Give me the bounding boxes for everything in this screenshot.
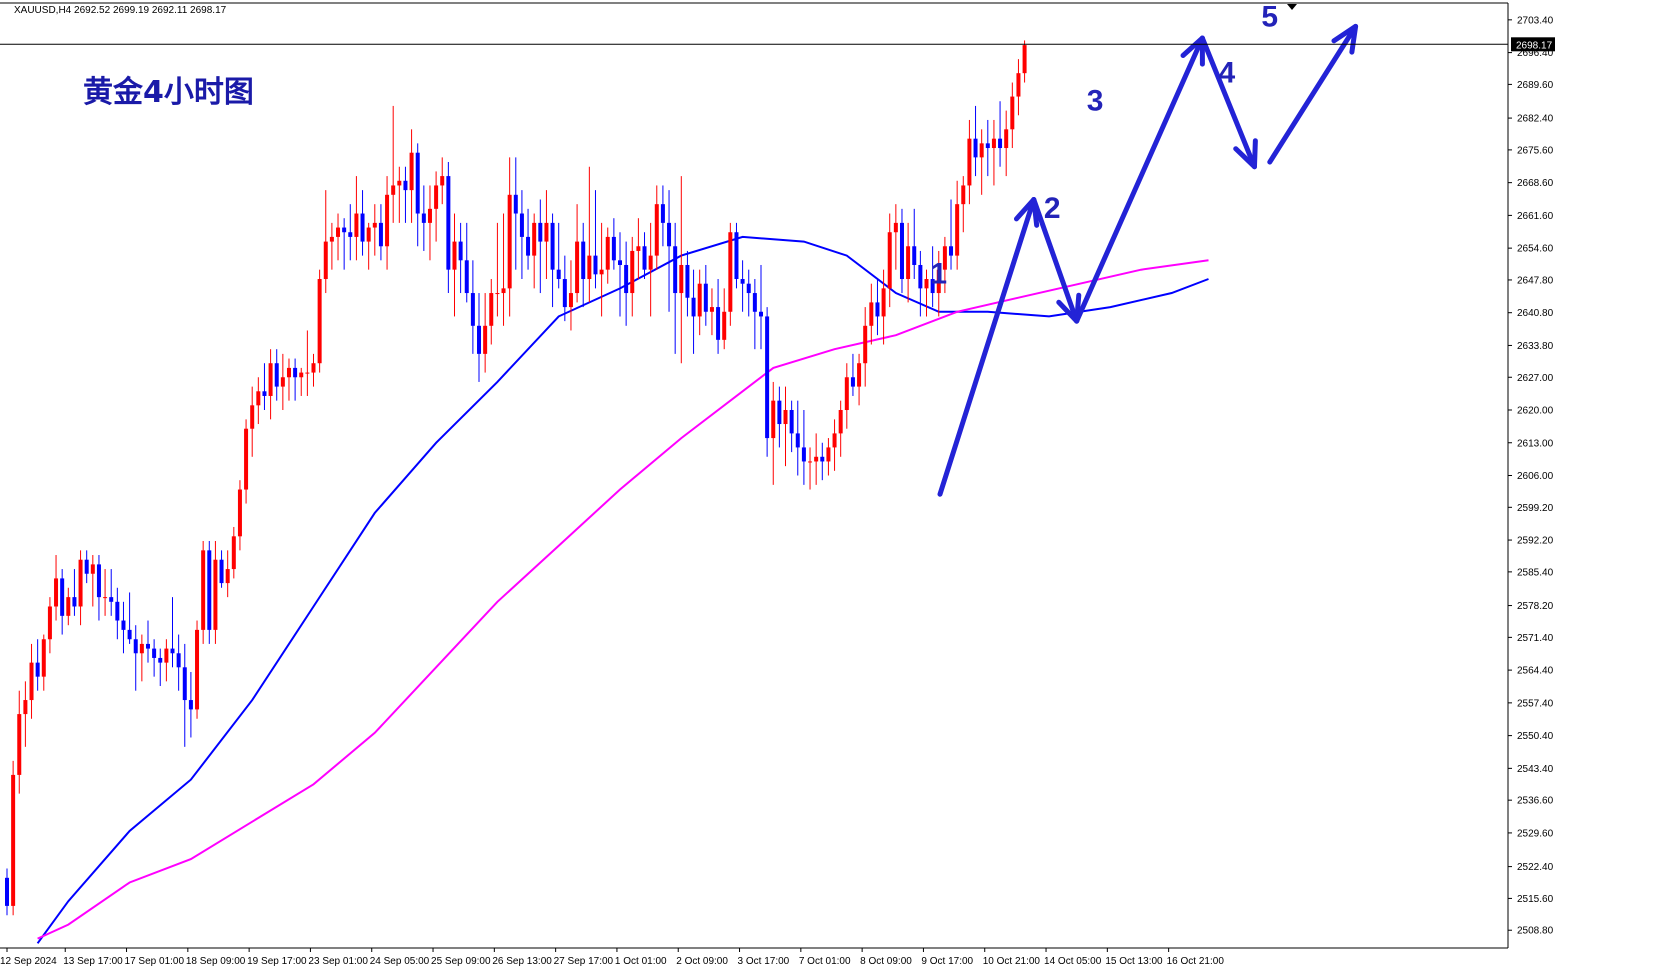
wave-label-4: 4 <box>1219 57 1236 90</box>
symbol-info: XAUUSD,H4 2692.52 2699.19 2692.11 2698.1… <box>14 5 227 16</box>
price-chart[interactable]: 1 2 3 45 2508.80 2515.60 2522.40 2529.60 2536.6… <box>0 0 1661 977</box>
candle <box>11 760 16 916</box>
y-tick-label: 2585.40 <box>1517 567 1554 578</box>
x-tick-label: 16 Oct 21:00 <box>1167 956 1225 967</box>
x-tick-label: 13 Sep 17:00 <box>63 956 123 967</box>
x-tick-label: 10 Oct 21:00 <box>983 956 1041 967</box>
wave-label-5: 5 <box>1261 0 1278 33</box>
y-tick-label: 2640.80 <box>1517 308 1554 319</box>
y-tick-label: 2661.60 <box>1517 211 1554 222</box>
x-tick-label: 24 Sep 05:00 <box>370 956 430 967</box>
candle <box>201 540 206 644</box>
y-tick-label: 2668.60 <box>1517 178 1554 189</box>
x-tick-label: 17 Sep 01:00 <box>125 956 185 967</box>
candle <box>207 540 212 644</box>
y-tick-label: 2654.60 <box>1517 244 1554 255</box>
y-tick-label: 2571.40 <box>1517 633 1554 644</box>
x-tick-label: 26 Sep 13:00 <box>492 956 552 967</box>
y-tick-label: 2675.60 <box>1517 145 1554 156</box>
x-tick-label: 23 Sep 01:00 <box>308 956 368 967</box>
y-tick-label: 2557.40 <box>1517 698 1554 709</box>
y-tick-label: 2647.80 <box>1517 275 1554 286</box>
x-tick-label: 9 Oct 17:00 <box>921 956 973 967</box>
y-tick-label: 2627.00 <box>1517 373 1554 384</box>
y-tick-label: 2550.40 <box>1517 731 1554 742</box>
wave-label-3: 3 <box>1087 85 1104 118</box>
candle <box>728 222 733 326</box>
x-tick-label: 7 Oct 01:00 <box>799 956 851 967</box>
x-tick-label: 14 Oct 05:00 <box>1044 956 1102 967</box>
x-tick-label: 15 Oct 13:00 <box>1105 956 1163 967</box>
x-tick-label: 8 Oct 09:00 <box>860 956 912 967</box>
wave-label-2: 2 <box>1044 192 1061 225</box>
chart-title: 黄金4小时图 <box>83 75 254 110</box>
x-tick-label: 3 Oct 17:00 <box>738 956 790 967</box>
y-tick-label: 2682.40 <box>1517 114 1554 125</box>
candle <box>317 269 322 373</box>
candle <box>765 307 770 457</box>
y-tick-label: 2633.80 <box>1517 341 1554 352</box>
x-tick-label: 27 Sep 17:00 <box>554 956 614 967</box>
y-tick-label: 2599.20 <box>1517 503 1554 514</box>
y-tick-label: 2564.40 <box>1517 666 1554 677</box>
y-tick-label: 2522.40 <box>1517 862 1554 873</box>
wave-label-1: 1 <box>930 258 947 291</box>
x-tick-label: 18 Sep 09:00 <box>186 956 246 967</box>
x-tick-label: 19 Sep 17:00 <box>247 956 307 967</box>
y-tick-label: 2613.00 <box>1517 438 1554 449</box>
y-tick-label: 2592.20 <box>1517 536 1554 547</box>
x-tick-label: 25 Sep 09:00 <box>431 956 491 967</box>
y-tick-label: 2606.00 <box>1517 471 1554 482</box>
y-tick-label: 2620.00 <box>1517 406 1554 417</box>
current-price-tag: 2698.17 <box>1511 37 1555 52</box>
y-tick-label: 2689.60 <box>1517 80 1554 91</box>
y-tick-label: 2578.20 <box>1517 601 1554 612</box>
x-tick-label: 12 Sep 2024 <box>0 956 57 967</box>
y-tick-label: 2508.80 <box>1517 926 1554 937</box>
y-tick-label: 2529.60 <box>1517 828 1554 839</box>
y-tick-label: 2536.60 <box>1517 796 1554 807</box>
y-tick-label: 2515.60 <box>1517 894 1554 905</box>
candle <box>195 620 200 719</box>
y-tick-label: 2703.40 <box>1517 15 1554 26</box>
candle <box>734 222 739 289</box>
x-tick-label: 2 Oct 09:00 <box>676 956 728 967</box>
x-tick-label: 1 Oct 01:00 <box>615 956 667 967</box>
current-price-label: 2698.17 <box>1516 40 1553 51</box>
y-tick-label: 2543.40 <box>1517 764 1554 775</box>
